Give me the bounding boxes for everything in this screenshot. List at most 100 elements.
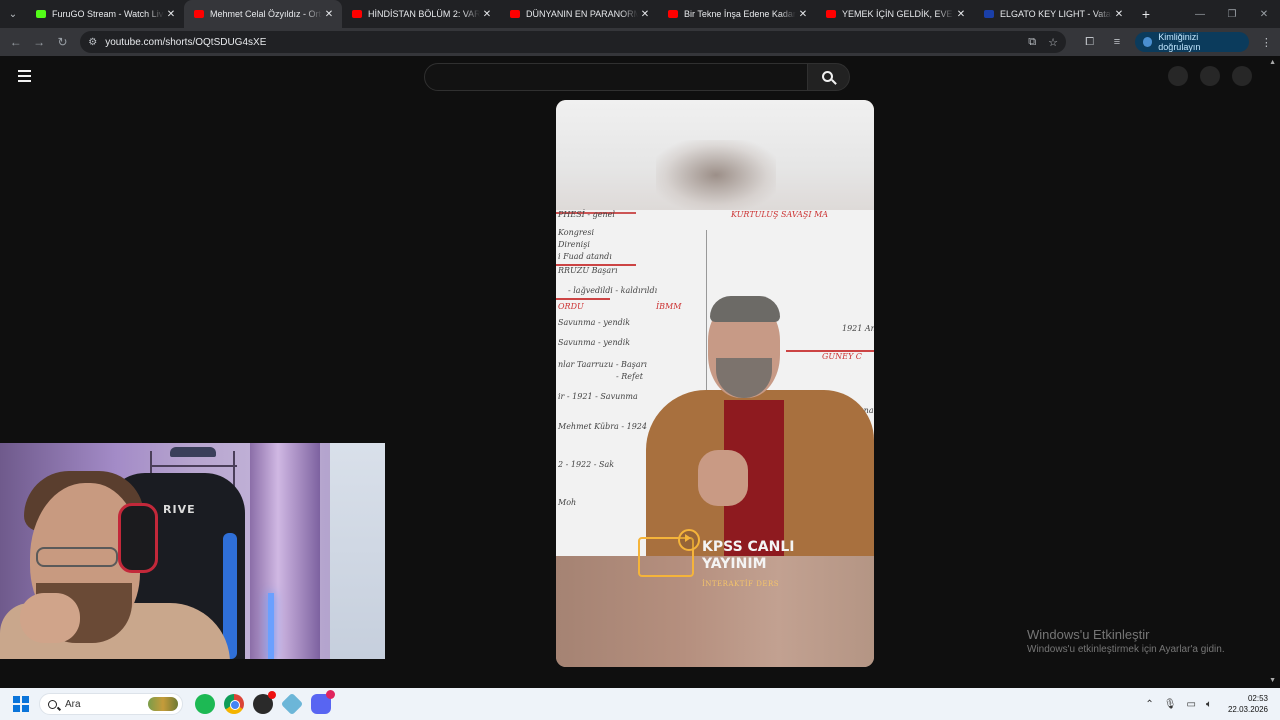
discord-icon[interactable] bbox=[311, 690, 335, 714]
kpss-logo-line1: KPSS CANLI bbox=[702, 539, 795, 555]
cam-curtain bbox=[250, 443, 320, 659]
install-app-icon[interactable]: ⧉ bbox=[1028, 36, 1036, 49]
cam-window bbox=[330, 443, 385, 659]
windows-taskbar: Ara ⌃ 🎙︎ ▭ 🔈︎ 02:53 22.03.2026 bbox=[0, 688, 1280, 720]
reload-icon[interactable]: ↻ bbox=[51, 30, 74, 54]
lecturer bbox=[646, 250, 874, 556]
browser-menu-icon[interactable]: ⋮ bbox=[1253, 36, 1280, 49]
forward-arrow-icon[interactable]: → bbox=[27, 30, 50, 54]
board-text: - lağvedildi - kaldırıldı bbox=[568, 286, 658, 295]
taskbar-search-box[interactable]: Ara bbox=[39, 693, 183, 715]
cam-glasses bbox=[36, 547, 118, 567]
search-icon bbox=[822, 70, 833, 82]
taskbar-clock[interactable]: 02:53 22.03.2026 bbox=[1228, 693, 1268, 715]
tab-favicon-icon bbox=[510, 10, 520, 18]
board-text: ORDU bbox=[558, 302, 584, 311]
board-text: PHESİ - genel bbox=[558, 210, 615, 219]
cam-led-light bbox=[268, 593, 274, 659]
tab-close-icon[interactable]: ✕ bbox=[796, 9, 810, 20]
browser-tab[interactable]: Mehmet Celal Özyıldız - Orta Pu✕ bbox=[184, 0, 342, 28]
board-text: - Refet bbox=[616, 372, 643, 381]
address-bar[interactable]: ⚙ youtube.com/shorts/OQtSDUG4sXE ⧉ ☆ bbox=[80, 31, 1066, 53]
verify-identity-button[interactable]: Kimliğinizi doğrulayın bbox=[1134, 32, 1249, 52]
obs-icon[interactable] bbox=[253, 691, 276, 714]
browser-tab[interactable]: HİNDİSTAN BÖLÜM 2: VARANA✕ bbox=[342, 0, 500, 28]
browser-tab[interactable]: YEMEK İÇİN GELDİK, EVE ALMA✕ bbox=[816, 0, 974, 28]
lecturer-hair bbox=[710, 296, 780, 322]
back-arrow-icon[interactable]: ← bbox=[4, 30, 27, 54]
browser-tab[interactable]: Bir Tekne İnşa Edene Kadar Bir✕ bbox=[658, 0, 816, 28]
tray-overflow-chevron-icon[interactable]: ⌃ bbox=[1145, 699, 1153, 710]
minimize-icon[interactable]: — bbox=[1184, 0, 1216, 28]
bookmark-star-icon[interactable]: ☆ bbox=[1048, 36, 1058, 49]
webcam-overlay: RIVE bbox=[0, 443, 385, 659]
tab-favicon-icon bbox=[668, 10, 678, 18]
tab-title: FuruGO Stream - Watch Live on bbox=[52, 9, 164, 19]
tab-favicon-icon bbox=[36, 10, 46, 18]
chrome-icon[interactable] bbox=[224, 694, 244, 714]
youtube-search-input[interactable] bbox=[424, 63, 808, 91]
tab-title: DÜNYANIN EN PARANORMAL bbox=[526, 9, 638, 19]
search-highlight-icon bbox=[148, 697, 178, 711]
browser-tab[interactable]: ELGATO KEY LIGHT - Vatan Bilg✕ bbox=[974, 0, 1132, 28]
browser-tab[interactable]: FuruGO Stream - Watch Live on✕ bbox=[26, 0, 184, 28]
speaker-icon[interactable]: 🔈︎ bbox=[1206, 699, 1212, 710]
notifications-icon[interactable] bbox=[1200, 66, 1220, 86]
display-icon[interactable]: ▭ bbox=[1187, 699, 1196, 710]
cam-headset bbox=[118, 503, 158, 573]
board-text: nlar Taarruzu - Başarı bbox=[558, 360, 647, 369]
kpss-logo-subtitle: İNTERAKTİF DERS bbox=[702, 580, 780, 588]
scroll-up-arrow-icon[interactable]: ▲ bbox=[1269, 59, 1276, 66]
activation-watermark: Windows'u Etkinleştir Windows'u etkinleş… bbox=[1027, 627, 1225, 655]
tab-close-icon[interactable]: ✕ bbox=[480, 9, 494, 20]
board-text: Direnişi bbox=[558, 240, 590, 249]
board-text: Savunma - yendik bbox=[558, 338, 631, 347]
board-text: Savunma - yendik bbox=[558, 318, 631, 327]
blurred-video-top bbox=[556, 100, 874, 210]
tab-close-icon[interactable]: ✕ bbox=[164, 9, 178, 20]
tab-close-icon[interactable]: ✕ bbox=[638, 9, 652, 20]
new-tab-button[interactable]: + bbox=[1132, 0, 1160, 28]
restore-icon[interactable]: ❐ bbox=[1216, 0, 1248, 28]
board-text: RRUZU Başarı bbox=[558, 266, 618, 275]
window-controls: — ❐ ✕ bbox=[1184, 0, 1280, 28]
board-text: Kongresi bbox=[558, 228, 595, 237]
site-info-icon[interactable]: ⚙ bbox=[88, 37, 97, 48]
tab-close-icon[interactable]: ✕ bbox=[322, 9, 336, 20]
tab-favicon-icon bbox=[352, 10, 362, 18]
spotify-icon[interactable] bbox=[195, 694, 215, 714]
media-control-icon[interactable]: ≡ bbox=[1103, 36, 1130, 48]
clock-date: 22.03.2026 bbox=[1227, 705, 1268, 714]
tab-close-icon[interactable]: ✕ bbox=[954, 9, 968, 20]
tab-title: HİNDİSTAN BÖLÜM 2: VARANA bbox=[368, 9, 480, 19]
extensions-icon[interactable]: ⧠ bbox=[1076, 36, 1103, 49]
activation-title: Windows'u Etkinleştir bbox=[1027, 627, 1150, 642]
profile-icon bbox=[1142, 37, 1153, 47]
tab-title: ELGATO KEY LIGHT - Vatan Bilg bbox=[1000, 9, 1112, 19]
avatar[interactable] bbox=[1232, 66, 1252, 86]
kpss-logo-icon bbox=[638, 529, 700, 577]
verify-identity-label: Kimliğinizi doğrulayın bbox=[1158, 32, 1201, 52]
youtube-search-button[interactable] bbox=[807, 63, 850, 91]
tab-favicon-icon bbox=[194, 10, 204, 18]
network-app-icon[interactable] bbox=[280, 692, 304, 716]
tab-favicon-icon bbox=[984, 10, 994, 18]
microphone-icon[interactable]: 🎙︎ bbox=[1164, 699, 1177, 710]
tab-search-chevron-icon[interactable]: ⌄ bbox=[0, 0, 26, 28]
clock-time: 02:53 bbox=[1247, 694, 1268, 703]
board-mark bbox=[556, 298, 610, 300]
taskbar-search-placeholder: Ara bbox=[65, 698, 81, 710]
tab-close-icon[interactable]: ✕ bbox=[1112, 9, 1126, 20]
board-text: ir - 1921 - Savunma bbox=[558, 392, 638, 401]
create-icon[interactable] bbox=[1168, 66, 1188, 86]
tab-title: Bir Tekne İnşa Edene Kadar Bir bbox=[684, 9, 796, 19]
menu-hamburger-icon[interactable] bbox=[18, 70, 31, 85]
board-text: Mehmet Kübra - 1924 bbox=[558, 422, 647, 431]
browser-toolbar: ← → ↻ ⚙ youtube.com/shorts/OQtSDUG4sXE ⧉… bbox=[0, 28, 1280, 56]
shorts-video-player[interactable]: PHESİ - genel KURTULUŞ SAVAŞI MA Kongresi D… bbox=[556, 100, 874, 667]
url-text[interactable]: youtube.com/shorts/OQtSDUG4sXE bbox=[105, 37, 1016, 48]
close-window-icon[interactable]: ✕ bbox=[1248, 0, 1280, 28]
start-windows-icon[interactable] bbox=[13, 696, 29, 712]
browser-tab[interactable]: DÜNYANIN EN PARANORMAL✕ bbox=[500, 0, 658, 28]
scroll-down-arrow-icon[interactable]: ▼ bbox=[1269, 677, 1276, 684]
